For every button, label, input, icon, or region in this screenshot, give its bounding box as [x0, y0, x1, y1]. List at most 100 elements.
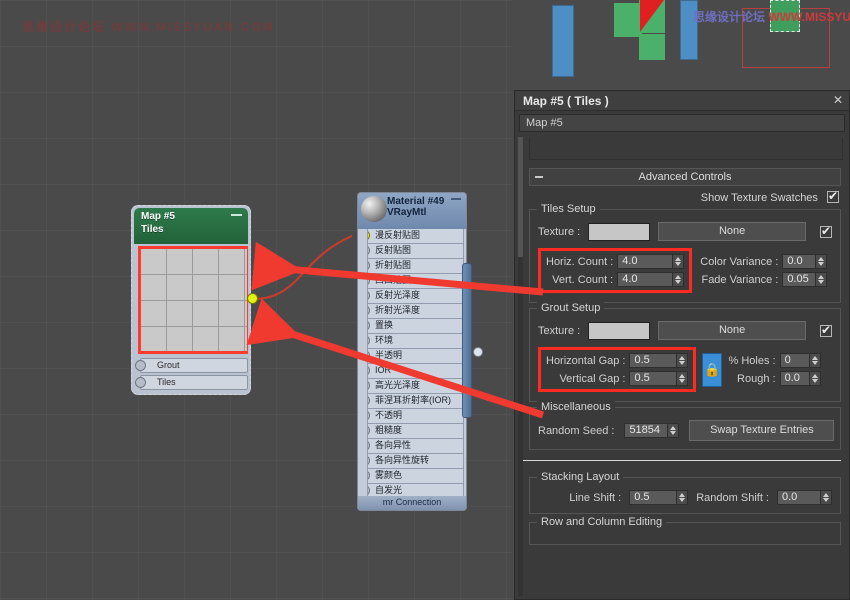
node-map-5[interactable]: Map #5 Tiles Grout Tiles [131, 205, 251, 395]
line-shift-spinner[interactable]: 0.5 [629, 490, 688, 505]
slot-connector-icon[interactable] [367, 395, 370, 406]
grout-texture-enable-checkbox[interactable] [820, 325, 832, 337]
node-map-slot-grout[interactable]: Grout [140, 358, 248, 373]
tiles-texture-enable-checkbox[interactable] [820, 226, 832, 238]
material-slot-0[interactable]: 漫反射贴图 [367, 229, 464, 244]
grout-texture-swatch[interactable] [588, 322, 650, 340]
material-slot-1[interactable]: 反射贴图 [367, 244, 464, 259]
slot-connector-icon[interactable] [367, 305, 370, 316]
lock-icon[interactable]: 🔒 [702, 353, 722, 387]
spinner-arrows-icon[interactable] [673, 272, 684, 287]
random-seed-spinner[interactable]: 51854 [624, 423, 679, 438]
horizontal-gap-spinner[interactable]: 0.5 [629, 353, 688, 368]
slot-connector-icon[interactable] [367, 260, 370, 271]
spinner-arrows-icon[interactable] [677, 353, 688, 368]
material-slot-7[interactable]: 环境 [367, 334, 464, 349]
slot-connector-icon[interactable] [367, 440, 370, 451]
tiles-texture-swatch[interactable] [588, 223, 650, 241]
slot-connector-icon[interactable] [367, 230, 370, 241]
node-editor-canvas[interactable]: 思缘设计论坛 WWW.MISSYUAN.COM Map #5 Tiles Gro… [0, 0, 512, 600]
node-map-slot-tiles[interactable]: Tiles [140, 375, 248, 390]
percent-holes-spinner[interactable]: 0 [780, 353, 821, 368]
color-variance-value[interactable]: 0.0 [782, 254, 816, 269]
swap-texture-entries-button[interactable]: Swap Texture Entries [689, 420, 834, 441]
material-slot-13[interactable]: 粗糙度 [367, 424, 464, 439]
node-map-5-header[interactable]: Map #5 Tiles [134, 208, 248, 244]
panel-scrollbar[interactable] [518, 137, 523, 596]
slot-connector-icon[interactable] [367, 455, 370, 466]
map-name-field[interactable]: Map #5 [519, 114, 845, 132]
node-map-output-connector[interactable] [247, 293, 258, 304]
node-material-output-bar[interactable] [462, 263, 472, 418]
material-slot-label: 菲涅耳折射率(IOR) [375, 395, 451, 405]
material-slot-5[interactable]: 折射光泽度 [367, 304, 464, 319]
show-texture-swatches-checkbox[interactable] [827, 191, 839, 203]
material-slot-14[interactable]: 各向异性 [367, 439, 464, 454]
horizontal-gap-value[interactable]: 0.5 [629, 353, 677, 368]
spinner-arrows-icon[interactable] [810, 371, 821, 386]
material-slot-10[interactable]: 高光光泽度 [367, 379, 464, 394]
slot-connector-icon[interactable] [367, 335, 370, 346]
grout-texture-map-button[interactable]: None [658, 321, 806, 340]
fade-variance-spinner[interactable]: 0.05 [782, 272, 827, 287]
spinner-arrows-icon[interactable] [668, 423, 679, 438]
slot-connector-icon[interactable] [367, 470, 370, 481]
vertical-gap-spinner[interactable]: 0.5 [629, 371, 688, 386]
slot-connector-icon[interactable] [367, 245, 370, 256]
spinner-arrows-icon[interactable] [677, 490, 688, 505]
minimize-icon[interactable] [231, 214, 242, 216]
random-seed-value[interactable]: 51854 [624, 423, 668, 438]
material-slot-6[interactable]: 置换 [367, 319, 464, 334]
close-icon[interactable]: ✕ [833, 93, 843, 107]
minimize-icon[interactable] [451, 198, 461, 200]
spinner-arrows-icon[interactable] [810, 353, 821, 368]
material-slot-3[interactable]: 凹凸贴图 [367, 274, 464, 289]
material-slot-15[interactable]: 各向异性旋转 [367, 454, 464, 469]
collapse-icon[interactable] [535, 176, 543, 178]
node-material-49[interactable]: Material #49 VRayMtl 漫反射贴图反射贴图折射贴图凹凸贴图反射… [357, 192, 467, 511]
slot-connector-icon[interactable] [135, 360, 146, 371]
vertical-gap-value[interactable]: 0.5 [629, 371, 677, 386]
tiles-texture-map-button[interactable]: None [658, 222, 806, 241]
spinner-arrows-icon[interactable] [673, 254, 684, 269]
slot-connector-icon[interactable] [367, 380, 370, 391]
random-shift-spinner[interactable]: 0.0 [777, 490, 832, 505]
material-slot-8[interactable]: 半透明 [367, 349, 464, 364]
slot-connector-icon[interactable] [367, 410, 370, 421]
node-material-49-header[interactable]: Material #49 VRayMtl [358, 193, 466, 229]
rough-spinner[interactable]: 0.0 [780, 371, 821, 386]
slot-connector-icon[interactable] [367, 275, 370, 286]
material-slot-12[interactable]: 不透明 [367, 409, 464, 424]
material-slot-11[interactable]: 菲涅耳折射率(IOR) [367, 394, 464, 409]
node-material-output-connector[interactable] [473, 347, 483, 357]
slot-connector-icon[interactable] [367, 350, 370, 361]
color-variance-spinner[interactable]: 0.0 [782, 254, 827, 269]
horiz-count-value[interactable]: 4.0 [617, 254, 673, 269]
random-shift-value[interactable]: 0.0 [777, 490, 821, 505]
line-shift-value[interactable]: 0.5 [629, 490, 677, 505]
rough-value[interactable]: 0.0 [780, 371, 810, 386]
material-slot-9[interactable]: IOR [367, 364, 464, 379]
percent-holes-value[interactable]: 0 [780, 353, 810, 368]
vert-count-value[interactable]: 4.0 [617, 272, 673, 287]
slot-connector-icon[interactable] [367, 425, 370, 436]
slot-connector-icon[interactable] [135, 377, 146, 388]
slot-connector-icon[interactable] [367, 365, 370, 376]
slot-connector-icon[interactable] [367, 320, 370, 331]
spinner-arrows-icon[interactable] [677, 371, 688, 386]
panel-scrollbar-thumb[interactable] [518, 137, 523, 257]
slot-connector-icon[interactable] [367, 485, 370, 496]
rollout-advanced-controls[interactable]: Advanced Controls [529, 168, 841, 186]
spinner-arrows-icon[interactable] [821, 490, 832, 505]
vert-count-spinner[interactable]: 4.0 [617, 272, 684, 287]
fade-variance-value[interactable]: 0.05 [782, 272, 816, 287]
tiles-preview-thumbnail[interactable] [138, 246, 248, 354]
material-slot-4[interactable]: 反射光泽度 [367, 289, 464, 304]
spinner-arrows-icon[interactable] [816, 272, 827, 287]
spinner-arrows-icon[interactable] [816, 254, 827, 269]
upper-node-graph-strip[interactable]: 思缘设计论坛 WWW.MISSYUAN.COM [512, 0, 850, 88]
material-slot-2[interactable]: 折射贴图 [367, 259, 464, 274]
slot-connector-icon[interactable] [367, 290, 370, 301]
material-slot-16[interactable]: 雾颜色 [367, 469, 464, 484]
horiz-count-spinner[interactable]: 4.0 [617, 254, 684, 269]
